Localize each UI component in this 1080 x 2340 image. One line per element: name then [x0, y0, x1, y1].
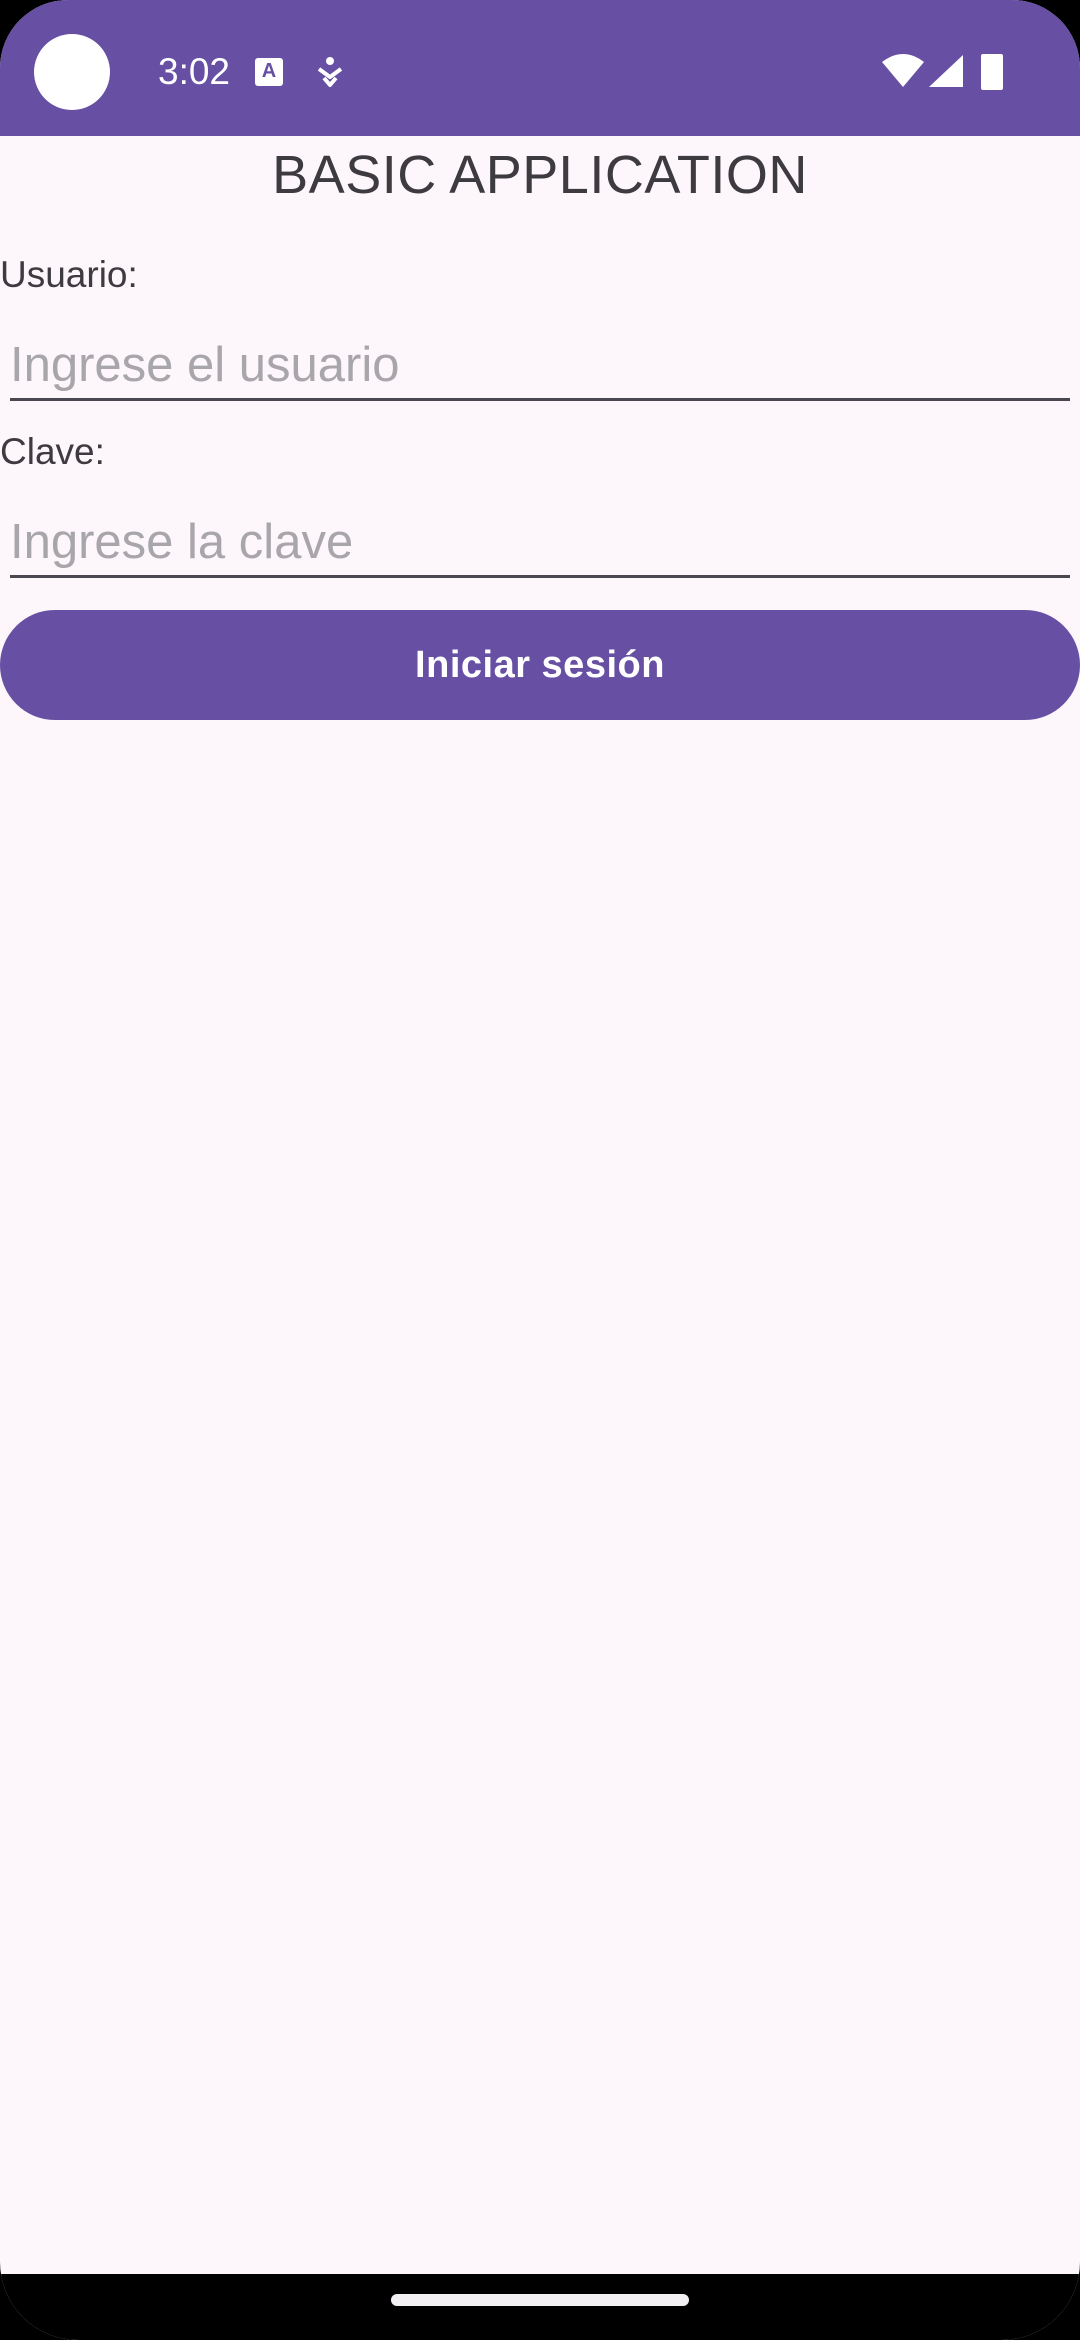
wifi-icon — [882, 54, 924, 87]
username-label: Usuario: — [0, 254, 138, 295]
username-input[interactable] — [10, 331, 1070, 401]
status-bar: 3:02 A — [0, 0, 1080, 136]
login-button[interactable]: Iniciar sesión — [0, 610, 1080, 720]
navigation-bar — [0, 2274, 1080, 2340]
front-camera — [34, 34, 110, 110]
battery-icon — [981, 54, 1003, 90]
accessibility-icon — [317, 57, 343, 87]
password-input[interactable] — [10, 508, 1070, 578]
text-a-icon: A — [255, 58, 283, 86]
status-time: 3:02 — [158, 51, 231, 92]
cell-signal-icon — [929, 55, 963, 87]
password-label: Clave: — [0, 431, 105, 472]
home-gesture-handle[interactable] — [391, 2294, 689, 2306]
app-title: BASIC APPLICATION — [272, 145, 808, 205]
app-screen: 3:02 A BASIC APPLICATION Usuario: Clave:… — [0, 0, 1080, 2340]
